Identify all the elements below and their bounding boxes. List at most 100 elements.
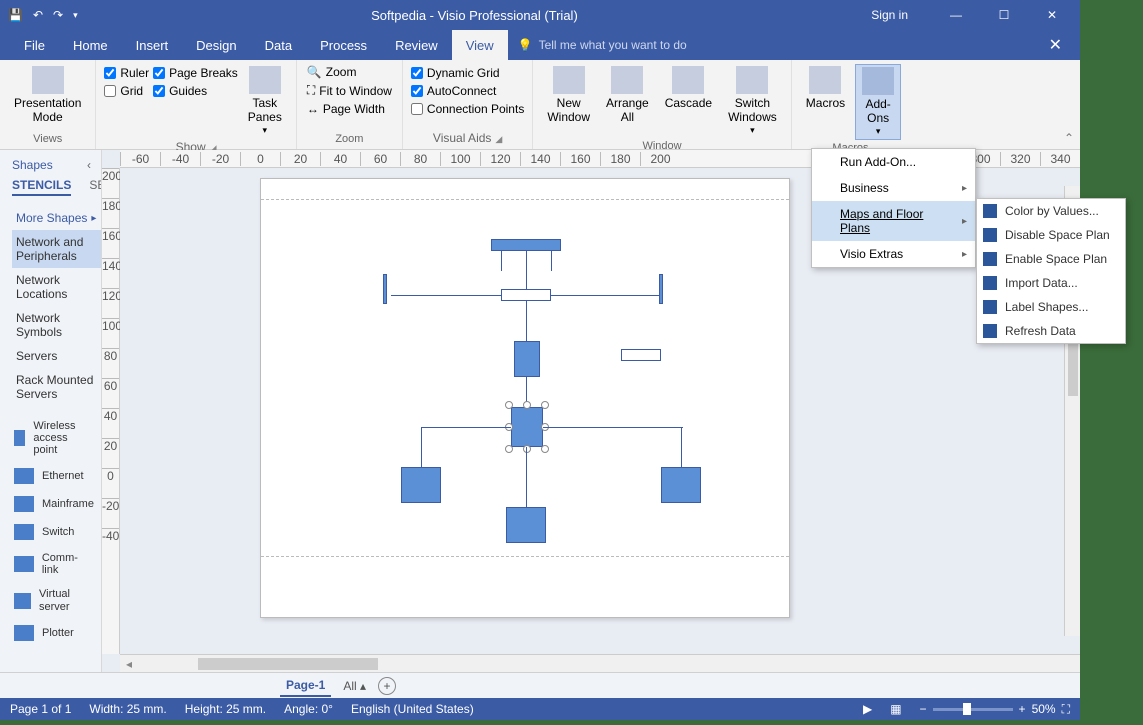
switch-icon — [736, 66, 768, 94]
diagram-shape-selected[interactable] — [511, 407, 543, 447]
ribbon-group-window: New Window Arrange All Cascade Switch Wi… — [533, 60, 791, 149]
arrange-icon — [611, 66, 643, 94]
shape-wireless-ap[interactable]: Wireless access point — [12, 416, 96, 460]
menu-color-by-values[interactable]: Color by Values... — [977, 199, 1125, 223]
diagram-shape[interactable] — [506, 507, 546, 543]
guides-checkbox[interactable]: Guides — [153, 84, 238, 98]
ribbon: Presentation Mode Views Ruler Grid Page … — [0, 60, 1080, 150]
search-tab[interactable]: SEARCH — [89, 178, 102, 196]
menu-import-data[interactable]: Import Data... — [977, 271, 1125, 295]
minimize-button[interactable]: — — [936, 1, 976, 29]
menu-label-shapes[interactable]: Label Shapes... — [977, 295, 1125, 319]
connection-points-checkbox[interactable]: Connection Points — [411, 102, 524, 116]
menu-visio-extras[interactable]: Visio Extras▸ — [812, 241, 975, 267]
zoom-slider[interactable]: − + 50% ⛶ — [920, 702, 1070, 717]
tab-design[interactable]: Design — [182, 30, 250, 60]
close-button[interactable]: ✕ — [1032, 1, 1072, 29]
stencil-item[interactable]: Rack Mounted Servers — [12, 368, 101, 406]
more-shapes-item[interactable]: More Shapes ▸ — [12, 206, 101, 230]
tab-insert[interactable]: Insert — [122, 30, 183, 60]
shape-icon — [14, 625, 34, 641]
page-width-button[interactable]: ↔Page Width — [305, 101, 394, 117]
sign-in-link[interactable]: Sign in — [871, 8, 908, 22]
menu-enable-space-plan[interactable]: Enable Space Plan — [977, 247, 1125, 271]
stencil-item[interactable]: Network and Peripherals — [12, 230, 101, 268]
status-height: Height: 25 mm. — [185, 702, 266, 716]
presentation-mode-button[interactable]: Presentation Mode — [8, 64, 87, 127]
ruler-checkbox[interactable]: Ruler — [104, 66, 149, 80]
fit-window-button[interactable]: ⛶Fit to Window — [305, 82, 394, 99]
diagram-shape[interactable] — [621, 349, 661, 361]
chevron-right-icon: ▸ — [962, 216, 967, 227]
tell-me-search[interactable]: 💡Tell me what you want to do — [518, 38, 687, 52]
stencils-tab[interactable]: STENCILS — [12, 178, 71, 196]
task-panes-button[interactable]: Task Panes▾ — [242, 64, 288, 138]
zoom-level[interactable]: 50% — [1032, 702, 1056, 716]
stencil-list: More Shapes ▸ Network and Peripherals Ne… — [12, 206, 101, 406]
zoom-out-icon[interactable]: − — [920, 702, 927, 716]
add-ons-button[interactable]: Add- Ons▾ — [855, 64, 901, 140]
undo-icon[interactable]: ↶ — [33, 8, 43, 22]
all-pages-button[interactable]: All ▴ — [343, 679, 366, 693]
menu-business[interactable]: Business▸ — [812, 175, 975, 201]
visio-icon — [983, 300, 997, 314]
shape-switch[interactable]: Switch — [12, 520, 96, 544]
diagram-shape[interactable] — [659, 274, 663, 304]
diagram-shape[interactable] — [501, 289, 551, 301]
diagram-shape[interactable] — [514, 341, 540, 377]
menu-maps-floorplans[interactable]: Maps and Floor Plans▸ — [812, 201, 975, 241]
dynamic-grid-checkbox[interactable]: Dynamic Grid — [411, 66, 524, 80]
collapse-ribbon-icon[interactable]: ⌃ — [1064, 131, 1074, 145]
ribbon-close-icon[interactable]: ✕ — [1041, 35, 1070, 55]
stencil-item[interactable]: Network Locations — [12, 268, 101, 306]
page[interactable] — [260, 178, 790, 618]
menu-run-addon[interactable]: Run Add-On... — [812, 149, 975, 175]
tab-process[interactable]: Process — [306, 30, 381, 60]
diagram-shape[interactable] — [661, 467, 701, 503]
zoom-button[interactable]: 🔍Zoom — [305, 64, 394, 80]
macro-record-icon[interactable]: ▶ — [863, 702, 872, 716]
visual-dialog-launcher[interactable]: ◢ — [495, 134, 502, 144]
horizontal-scrollbar[interactable]: ◂ — [120, 654, 1080, 672]
tab-home[interactable]: Home — [59, 30, 122, 60]
tab-file[interactable]: File — [10, 30, 59, 60]
page-tab[interactable]: Page-1 — [280, 675, 331, 697]
diagram-shape[interactable] — [491, 239, 561, 251]
tab-review[interactable]: Review — [381, 30, 452, 60]
arrange-all-button[interactable]: Arrange All — [600, 64, 655, 127]
menu-refresh-data[interactable]: Refresh Data — [977, 319, 1125, 343]
chevron-right-icon: ▸ — [91, 213, 96, 224]
zoom-in-icon[interactable]: + — [1019, 702, 1026, 716]
cascade-button[interactable]: Cascade — [659, 64, 718, 112]
macros-button[interactable]: Macros — [800, 64, 851, 112]
shape-ethernet[interactable]: Ethernet — [12, 464, 96, 488]
diagram-shape[interactable] — [401, 467, 441, 503]
shape-plotter[interactable]: Plotter — [12, 621, 96, 645]
pagebreaks-checkbox[interactable]: Page Breaks — [153, 66, 238, 80]
stencil-item[interactable]: Network Symbols — [12, 306, 101, 344]
shapes-pane: Shapes‹ STENCILS SEARCH More Shapes ▸ Ne… — [0, 150, 102, 672]
shape-virtual-server[interactable]: Virtual server — [12, 584, 96, 616]
menu-disable-space-plan[interactable]: Disable Space Plan — [977, 223, 1125, 247]
new-window-button[interactable]: New Window — [541, 64, 596, 127]
grid-checkbox[interactable]: Grid — [104, 84, 149, 98]
vertical-ruler[interactable]: 200180160140120100806040200-20-40 — [102, 168, 120, 654]
shape-mainframe[interactable]: Mainframe — [12, 492, 96, 516]
autoconnect-checkbox[interactable]: AutoConnect — [411, 84, 524, 98]
tab-view[interactable]: View — [452, 30, 508, 60]
diagram-shape[interactable] — [383, 274, 387, 304]
shape-comm-link[interactable]: Comm-link — [12, 548, 96, 580]
view-normal-icon[interactable]: ▦ — [890, 702, 901, 716]
maximize-button[interactable]: ☐ — [984, 1, 1024, 29]
ribbon-tabs: File Home Insert Design Data Process Rev… — [0, 30, 1080, 60]
save-icon[interactable]: 💾 — [8, 8, 23, 22]
new-window-icon — [553, 66, 585, 94]
add-page-button[interactable]: + — [378, 677, 396, 695]
tab-data[interactable]: Data — [251, 30, 306, 60]
redo-icon[interactable]: ↷ — [53, 8, 63, 22]
stencil-item[interactable]: Servers — [12, 344, 101, 368]
fit-page-icon[interactable]: ⛶ — [1062, 702, 1070, 717]
status-language[interactable]: English (United States) — [351, 702, 474, 716]
switch-windows-button[interactable]: Switch Windows▾ — [722, 64, 783, 138]
shapes-collapse-icon[interactable]: ‹ — [87, 158, 91, 172]
